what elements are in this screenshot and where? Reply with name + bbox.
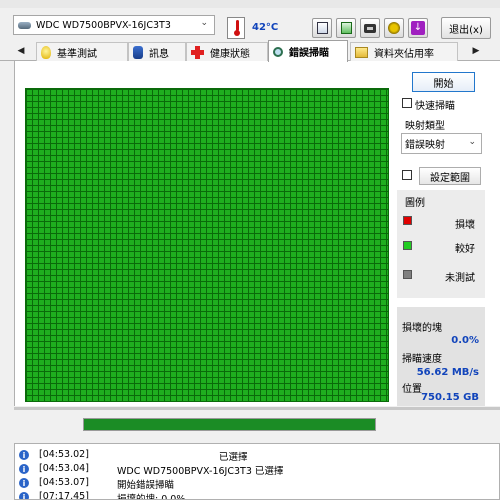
log-time: [04:53.02] (39, 449, 89, 460)
screenshot-button[interactable] (360, 18, 380, 38)
position-label: 位置 (402, 384, 422, 395)
info-person-icon (133, 45, 143, 59)
start-button[interactable]: 開始 (412, 72, 475, 92)
chevron-down-icon: ⌄ (200, 18, 208, 28)
tab-scroll-left-icon[interactable]: ◀ (14, 43, 28, 58)
damaged-blocks-label: 損壞的塊 (402, 323, 442, 334)
health-cross-icon (191, 45, 204, 59)
info-icon: i (19, 478, 29, 488)
temperature-value: 42°C (252, 22, 279, 33)
log-row: i [04:53.02] 已選擇 (19, 449, 499, 463)
download-arrow-icon: ↓ (411, 21, 425, 35)
log-row: i [04:53.04] WDC WD7500BPVX-16JC3T3 已選擇 (19, 463, 499, 477)
log-message: 損壞的塊: 0.0% (117, 494, 186, 500)
exit-button[interactable]: 退出(x) (441, 17, 491, 39)
tab-scroll-right-icon[interactable]: ▶ (469, 43, 483, 58)
scan-progress-fill (84, 419, 375, 430)
tab-error-scan[interactable]: 錯誤掃瞄 (268, 40, 348, 62)
thermometer-icon (227, 17, 245, 39)
log-time: [04:53.07] (39, 477, 89, 488)
legend-untested-label: 未測試 (445, 273, 475, 284)
splitter[interactable] (14, 407, 500, 410)
legend-panel: 圖例 損壞 較好 未測試 (397, 190, 485, 298)
damaged-blocks-value: 0.0% (451, 335, 479, 346)
camera-icon (364, 23, 376, 33)
map-type-select[interactable]: 錯誤映射 ⌄ (401, 133, 482, 154)
map-type-value: 錯誤映射 (405, 140, 445, 151)
position-value: 750.15 GB (421, 392, 479, 403)
legend-damaged-swatch (403, 216, 412, 225)
legend-good-swatch (403, 241, 412, 250)
log-time: [04:53.04] (39, 463, 89, 474)
log-message: 已選擇 (219, 452, 248, 463)
options-button[interactable] (384, 18, 404, 38)
tab-benchmark[interactable]: 基準測試 (36, 42, 128, 61)
copy-image-icon (340, 22, 352, 34)
tab-label: 基準測試 (57, 48, 97, 60)
device-dropdown[interactable]: WDC WD7500BPVX-16JC3T3 ⌄ (13, 15, 215, 35)
wrench-icon (388, 22, 400, 34)
set-range-checkbox[interactable] (402, 170, 412, 180)
tab-label: 訊息 (149, 48, 169, 60)
chevron-down-icon: ⌄ (468, 137, 476, 147)
tab-label: 健康狀態 (210, 48, 250, 60)
info-icon: i (19, 450, 29, 460)
copy-text-button[interactable] (312, 18, 332, 38)
tab-label: 錯誤掃瞄 (289, 48, 329, 59)
set-range-label: 設定範圍 (430, 172, 470, 184)
legend-good-label: 較好 (455, 244, 475, 255)
hard-disk-icon (18, 21, 31, 29)
log-list: i [04:53.02] 已選擇 i [04:53.04] WDC WD7500… (14, 443, 500, 500)
copy-image-button[interactable] (336, 18, 356, 38)
tab-bar: ◀ 基準測試 訊息 健康狀態 錯誤掃瞄 資料夾佔用率 ▶ (0, 40, 500, 62)
quick-scan-checkbox[interactable] (402, 98, 412, 108)
scan-stats-panel: 損壞的塊 0.0% 掃瞄速度 56.62 MB/s 位置 750.15 GB (397, 307, 485, 406)
legend-damaged-label: 損壞 (455, 220, 475, 231)
log-row: i [04:53.07] 開始錯誤掃瞄 (19, 477, 499, 491)
lightbulb-icon (41, 45, 51, 59)
info-icon: i (19, 492, 29, 499)
sector-map-grid (25, 88, 389, 402)
scan-speed-label: 掃瞄速度 (402, 354, 442, 365)
toolbar: WDC WD7500BPVX-16JC3T3 ⌄ 42°C ↓ 退出(x) (0, 8, 500, 40)
scan-progress-bar (83, 418, 376, 431)
copy-text-icon (316, 22, 328, 34)
tab-folder-usage[interactable]: 資料夾佔用率 (350, 42, 458, 61)
folder-icon (355, 46, 368, 58)
device-name: WDC WD7500BPVX-16JC3T3 (36, 19, 171, 31)
tab-info[interactable]: 訊息 (128, 42, 186, 61)
info-icon: i (19, 464, 29, 474)
map-type-label: 映射類型 (405, 121, 445, 132)
log-time: [07:17.45] (39, 491, 89, 500)
log-message: 開始錯誤掃瞄 (117, 480, 175, 491)
log-message: WDC WD7500BPVX-16JC3T3 已選擇 (117, 466, 284, 477)
legend-untested-swatch (403, 270, 412, 279)
legend-title: 圖例 (405, 198, 425, 209)
magnifier-icon (273, 46, 283, 57)
log-row: i [07:17.45] 損壞的塊: 0.0% (19, 491, 499, 500)
tab-label: 資料夾佔用率 (374, 48, 434, 60)
menu-bar (0, 0, 500, 8)
set-range-button[interactable]: 設定範圍 (419, 167, 481, 185)
tab-health[interactable]: 健康狀態 (186, 42, 268, 61)
scan-speed-value: 56.62 MB/s (416, 367, 479, 378)
quick-scan-label: 快速掃瞄 (415, 101, 455, 112)
download-button[interactable]: ↓ (408, 18, 428, 38)
